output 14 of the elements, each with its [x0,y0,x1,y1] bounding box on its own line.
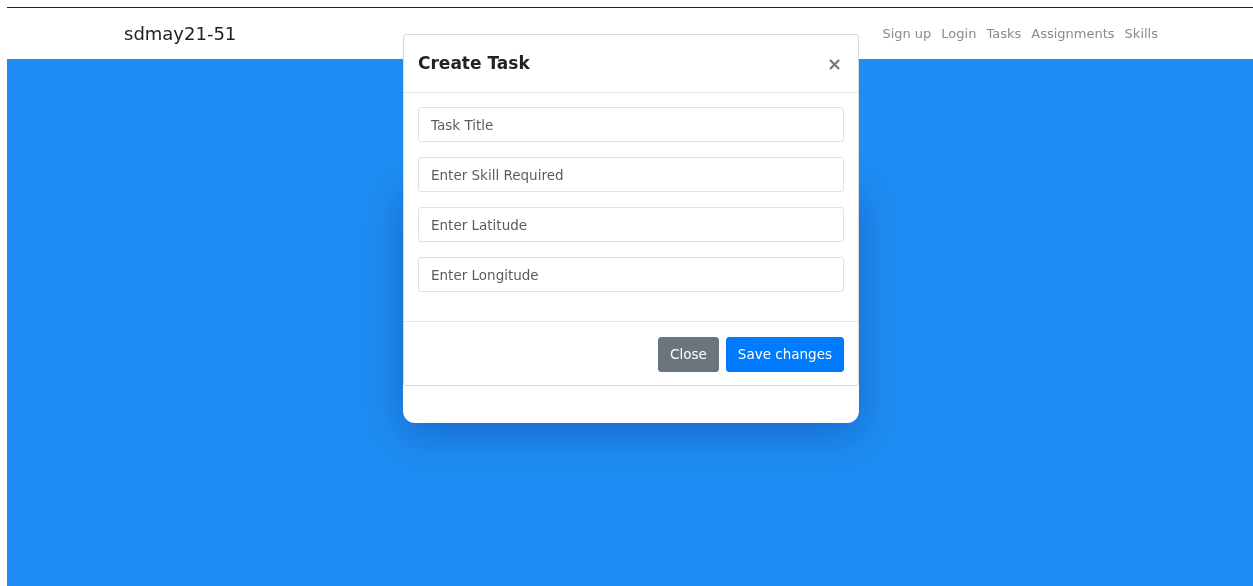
nav-link[interactable]: Assignments [1031,23,1115,44]
save-button[interactable]: Save changes [725,337,844,372]
nav-link[interactable]: Login [941,23,977,44]
nav-link[interactable]: Sign up [882,23,932,44]
input-field[interactable]: Task Title [418,107,844,142]
input-field[interactable]: Enter Longitude [418,257,844,292]
close-button[interactable]: Close [658,337,719,372]
close-button[interactable]: × [824,54,844,73]
brand-name[interactable]: sdmay21-51 [124,20,237,47]
modal-title: Create Task [418,53,530,74]
nav-link[interactable]: Tasks [986,23,1022,44]
input-field[interactable]: Enter Skill Required [418,157,844,192]
input-field[interactable]: Enter Latitude [418,207,844,242]
nav-link[interactable]: Skills [1124,23,1158,44]
